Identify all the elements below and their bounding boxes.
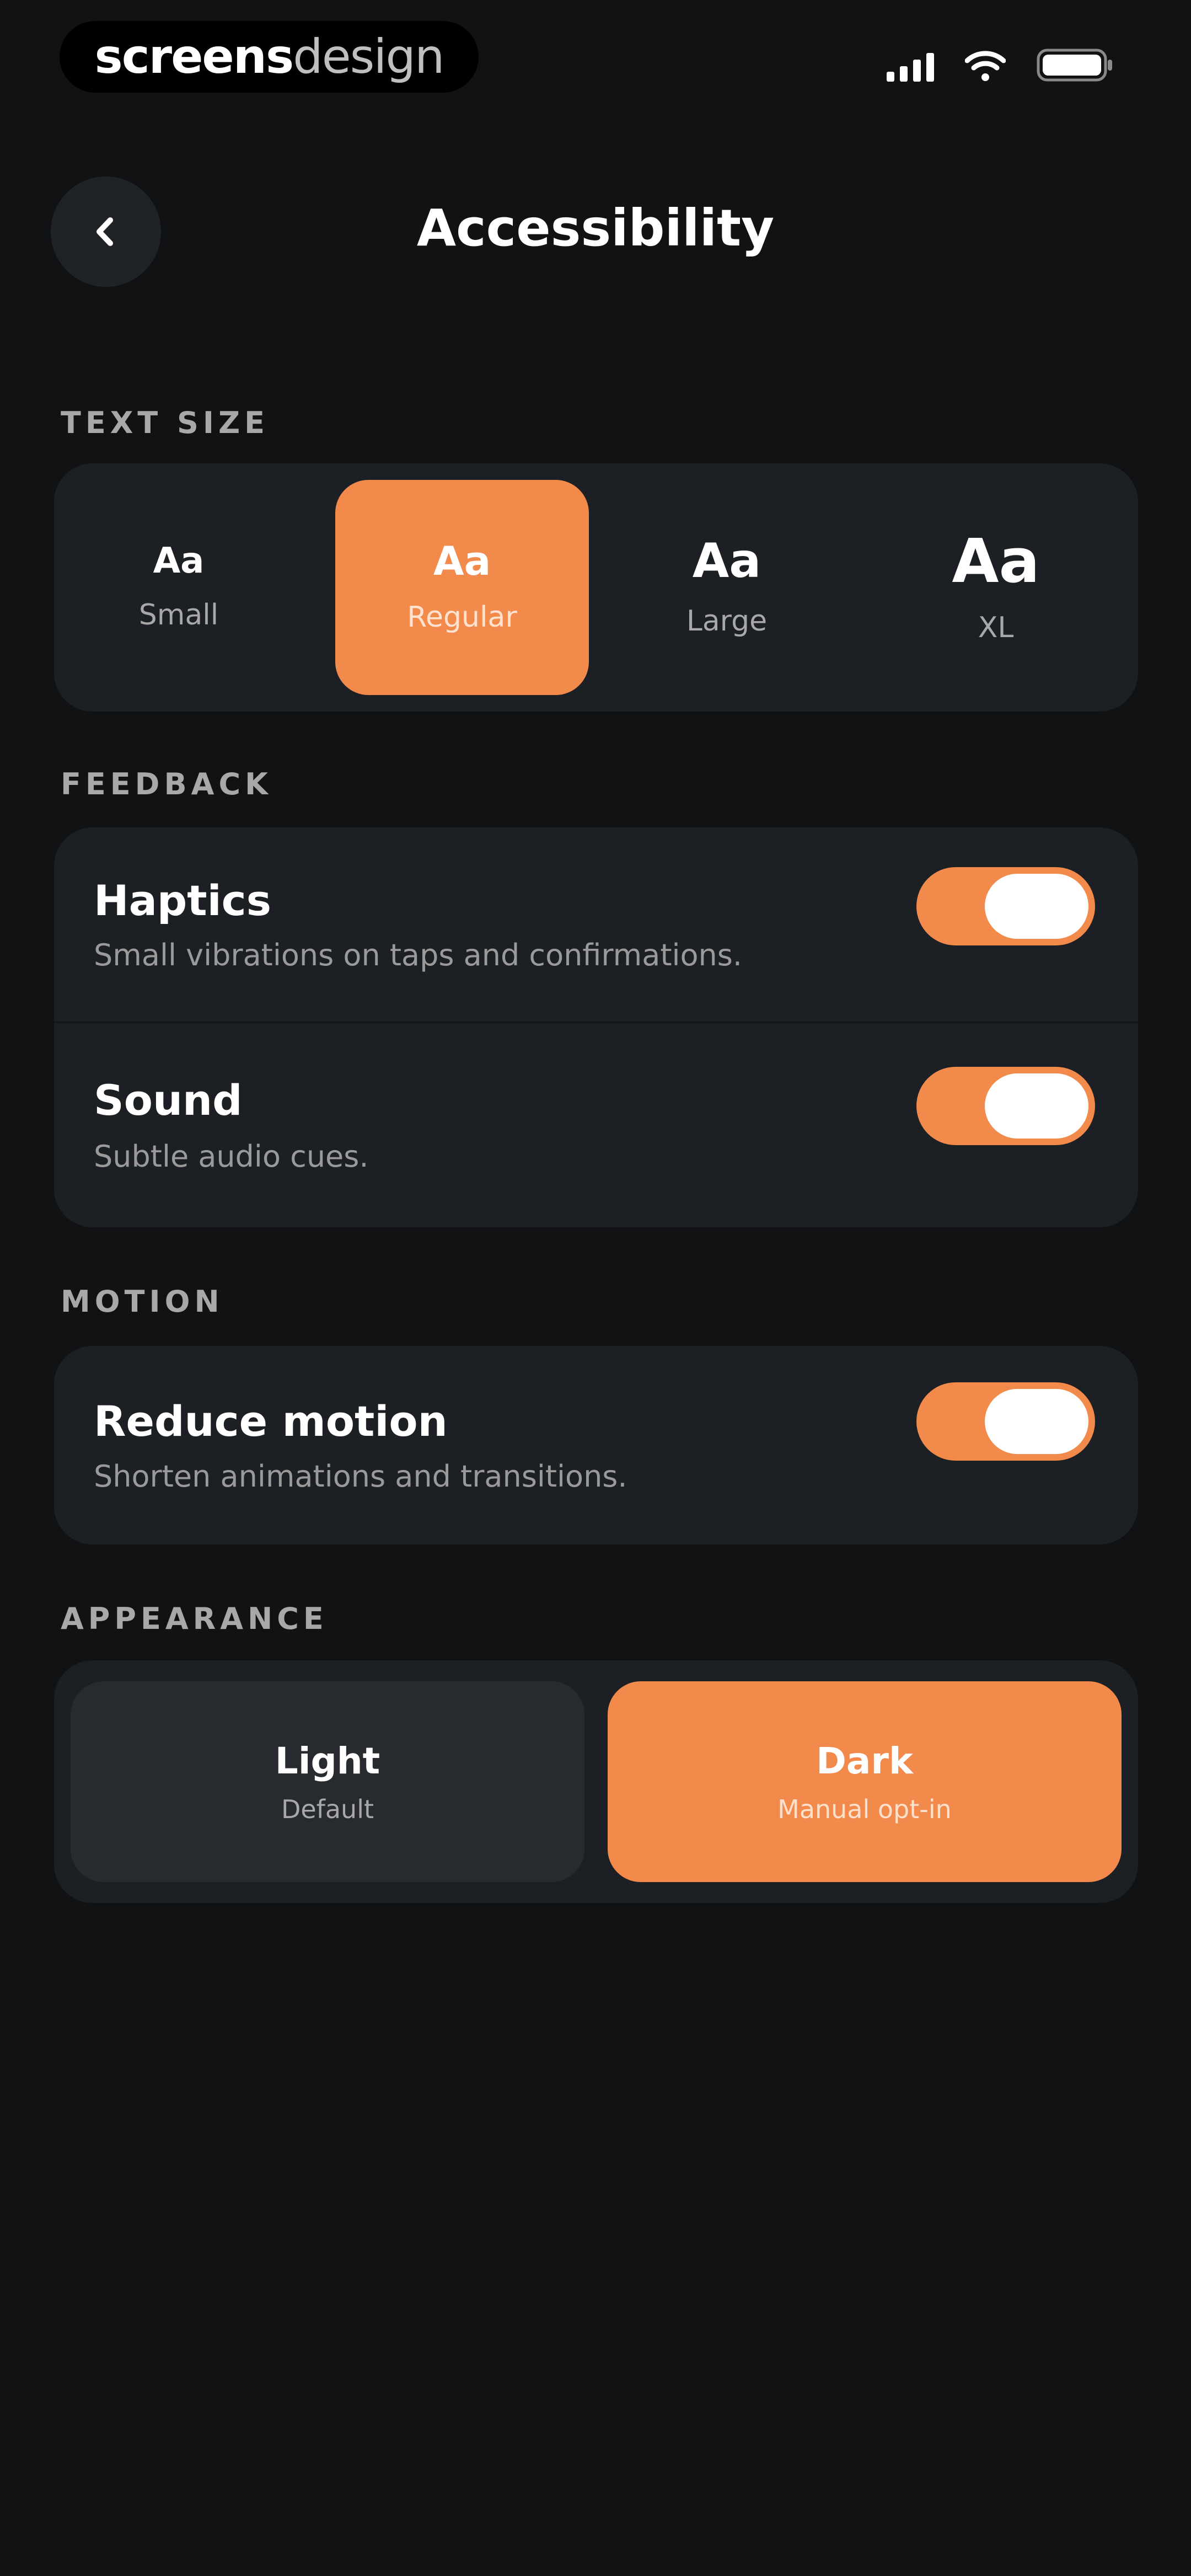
accessibility-screen: screens design Accessibility TEXT SIZE A… [0,0,1191,2576]
appearance-option-title: Light [275,1739,380,1782]
appearance-option-title: Dark [816,1739,913,1782]
feedback-card: Haptics Small vibrations on taps and con… [54,827,1138,1227]
reduce-motion-row: Reduce motion Shorten animations and tra… [54,1346,1138,1544]
brand-logo-light: design [293,29,444,84]
text-size-label: Large [686,605,768,638]
brand-logo-bold: screens [94,29,294,84]
toggle-knob [985,1389,1088,1454]
row-title: Haptics [94,876,271,925]
reduce-motion-toggle[interactable] [916,1382,1095,1461]
row-title: Reduce motion [94,1397,448,1446]
toggle-knob [985,1073,1088,1139]
text-size-option-small[interactable]: Aa Small [52,480,305,695]
appearance-option-dark[interactable]: Dark Manual opt-in [608,1681,1122,1882]
sound-row: Sound Subtle audio cues. [54,1026,1138,1227]
haptics-toggle[interactable] [916,867,1095,945]
appearance-selector: Light Default Dark Manual opt-in [54,1660,1138,1903]
status-icons [887,49,1114,82]
divider [54,1022,1138,1023]
text-size-sample: Aa [952,526,1040,596]
brand-logo: screens design [60,21,479,93]
text-size-section-label: TEXT SIZE [61,405,270,440]
text-size-sample: Aa [153,541,205,581]
feedback-section-label: FEEDBACK [61,767,272,801]
text-size-option-large[interactable]: Aa Large [600,480,854,695]
row-subtitle: Subtle audio cues. [94,1139,369,1174]
appearance-option-subtitle: Manual opt-in [777,1794,952,1824]
text-size-option-xl[interactable]: Aa XL [869,480,1123,695]
wifi-icon [965,50,1006,82]
text-size-label: Regular [407,601,517,634]
text-size-sample: Aa [692,533,761,589]
text-size-label: Small [138,598,219,632]
text-size-option-regular[interactable]: Aa Regular [335,480,589,695]
haptics-row: Haptics Small vibrations on taps and con… [54,827,1138,1026]
page-title: Accessibility [416,199,775,258]
text-size-sample: Aa [433,538,491,584]
cellular-signal-icon [887,52,934,82]
row-title: Sound [94,1076,243,1125]
appearance-option-light[interactable]: Light Default [71,1681,584,1882]
toggle-knob [985,874,1088,939]
row-subtitle: Small vibrations on taps and confirmatio… [94,938,743,972]
motion-section-label: MOTION [61,1284,224,1319]
status-bar: screens design [0,0,1191,121]
motion-card: Reduce motion Shorten animations and tra… [54,1346,1138,1544]
text-size-label: XL [978,611,1014,644]
appearance-option-subtitle: Default [281,1794,374,1824]
battery-icon [1037,49,1114,82]
sound-toggle[interactable] [916,1067,1095,1145]
row-subtitle: Shorten animations and transitions. [94,1459,627,1494]
appearance-section-label: APPEARANCE [61,1601,328,1636]
text-size-selector: Aa Small Aa Regular Aa Large Aa XL [54,463,1138,712]
